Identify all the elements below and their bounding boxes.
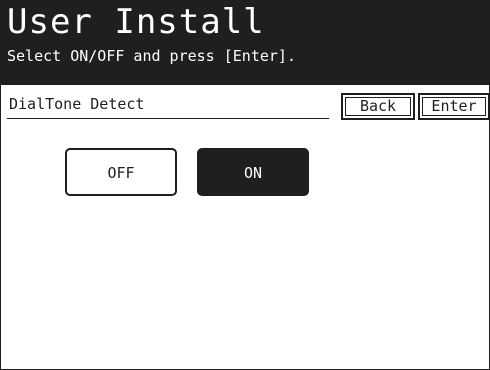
enter-button[interactable]: Enter xyxy=(418,93,490,120)
off-option-button[interactable]: OFF xyxy=(65,148,177,196)
screen-title: User Install xyxy=(7,2,265,42)
setting-label: DialTone Detect xyxy=(9,95,145,113)
back-button[interactable]: Back xyxy=(341,93,415,120)
screen-instructions: Select ON/OFF and press [Enter]. xyxy=(7,47,296,65)
user-install-screen: User Install Select ON/OFF and press [En… xyxy=(0,0,490,370)
on-option-button[interactable]: ON xyxy=(197,148,309,196)
header-bar: User Install Select ON/OFF and press [En… xyxy=(1,1,489,85)
setting-label-underline xyxy=(7,118,329,119)
